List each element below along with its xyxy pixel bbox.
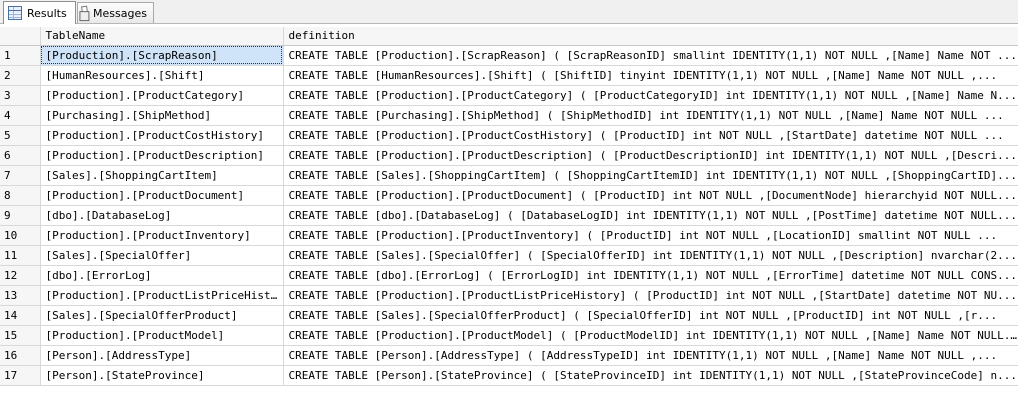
- definition-cell[interactable]: CREATE TABLE [Production].[ProductListPr…: [283, 285, 1018, 306]
- row-number-cell[interactable]: 12: [0, 265, 41, 286]
- table-row[interactable]: 1 [Production].[ScrapReason] CREATE TABLE …: [0, 45, 1018, 66]
- header-row: TableName definition: [0, 27, 1018, 46]
- tab-messages[interactable]: Messages: [77, 2, 154, 23]
- table-row[interactable]: 12 [dbo].[ErrorLog] CREATE TABLE [dbo].[Er…: [0, 265, 1018, 286]
- messages-icon: [81, 5, 89, 21]
- definition-cell[interactable]: CREATE TABLE [Production].[ProductCatego…: [283, 85, 1018, 106]
- tablename-cell[interactable]: [dbo].[ErrorLog]: [40, 265, 284, 286]
- table-row[interactable]: 15 [Production].[ProductModel] CREATE TABL…: [0, 325, 1018, 346]
- definition-cell[interactable]: CREATE TABLE [dbo].[ErrorLog] ( [ErrorLo…: [283, 265, 1018, 286]
- row-number-cell[interactable]: 10: [0, 225, 41, 246]
- table-row[interactable]: 4 [Purchasing].[ShipMethod] CREATE TABLE […: [0, 105, 1018, 126]
- grid-corner[interactable]: [0, 27, 41, 46]
- tablename-cell[interactable]: [Production].[ProductCostHistory]: [40, 125, 284, 146]
- table-row[interactable]: 13 [Production].[ProductListPriceHistory]…: [0, 285, 1018, 306]
- tablename-cell[interactable]: [Sales].[SpecialOfferProduct]: [40, 305, 284, 326]
- tablename-cell[interactable]: [Sales].[ShoppingCartItem]: [40, 165, 284, 186]
- definition-cell[interactable]: CREATE TABLE [HumanResources].[Shift] ( …: [283, 65, 1018, 86]
- row-number-cell[interactable]: 13: [0, 285, 41, 306]
- tab-results[interactable]: Results: [3, 1, 76, 24]
- tablename-cell[interactable]: [HumanResources].[Shift]: [40, 65, 284, 86]
- definition-cell[interactable]: CREATE TABLE [Sales].[ShoppingCartItem] …: [283, 165, 1018, 186]
- definition-cell[interactable]: CREATE TABLE [Production].[ProductDocume…: [283, 185, 1018, 206]
- table-row[interactable]: 3 [Production].[ProductCategory] CREATE TA…: [0, 85, 1018, 106]
- row-number-cell[interactable]: 4: [0, 105, 41, 126]
- table-row[interactable]: 10 [Production].[ProductInventory] CREATE …: [0, 225, 1018, 246]
- tablename-cell[interactable]: [dbo].[DatabaseLog]: [40, 205, 284, 226]
- tablename-cell[interactable]: [Production].[ProductListPriceHistory]: [40, 285, 284, 306]
- definition-cell[interactable]: CREATE TABLE [Production].[ProductInvent…: [283, 225, 1018, 246]
- tablename-cell[interactable]: [Production].[ProductCategory]: [40, 85, 284, 106]
- column-header-tablename[interactable]: TableName: [40, 27, 284, 46]
- row-number-cell[interactable]: 3: [0, 85, 41, 106]
- table-row[interactable]: 8 [Production].[ProductDocument] CREATE TA…: [0, 185, 1018, 206]
- tablename-cell[interactable]: [Person].[StateProvince]: [40, 365, 284, 386]
- results-table: TableName definition 1 [Production].[Scra…: [0, 27, 1018, 386]
- definition-cell[interactable]: CREATE TABLE [Purchasing].[ShipMethod] (…: [283, 105, 1018, 126]
- tablename-cell[interactable]: [Production].[ProductModel]: [40, 325, 284, 346]
- table-row[interactable]: 14 [Sales].[SpecialOfferProduct] CREATE TA…: [0, 305, 1018, 326]
- row-number-cell[interactable]: 14: [0, 305, 41, 326]
- definition-cell[interactable]: CREATE TABLE [Person].[AddressType] ( [A…: [283, 345, 1018, 366]
- definition-cell[interactable]: CREATE TABLE [Production].[ProductCostHi…: [283, 125, 1018, 146]
- row-number-cell[interactable]: 8: [0, 185, 41, 206]
- tab-results-label: Results: [27, 6, 67, 20]
- definition-cell[interactable]: CREATE TABLE [dbo].[DatabaseLog] ( [Data…: [283, 205, 1018, 226]
- row-number-cell[interactable]: 7: [0, 165, 41, 186]
- row-number-cell[interactable]: 17: [0, 365, 41, 386]
- row-number-cell[interactable]: 6: [0, 145, 41, 166]
- table-row[interactable]: 7 [Sales].[ShoppingCartItem] CREATE TABLE …: [0, 165, 1018, 186]
- row-number-cell[interactable]: 15: [0, 325, 41, 346]
- definition-cell[interactable]: CREATE TABLE [Production].[ScrapReason] …: [283, 45, 1018, 66]
- definition-cell[interactable]: CREATE TABLE [Sales].[SpecialOfferProduc…: [283, 305, 1018, 326]
- definition-cell[interactable]: CREATE TABLE [Person].[StateProvince] ( …: [283, 365, 1018, 386]
- table-row[interactable]: 17 [Person].[StateProvince] CREATE TABLE […: [0, 365, 1018, 386]
- tablename-cell[interactable]: [Person].[AddressType]: [40, 345, 284, 366]
- row-number-cell[interactable]: 1: [0, 45, 41, 66]
- tablename-cell[interactable]: [Purchasing].[ShipMethod]: [40, 105, 284, 126]
- tablename-cell[interactable]: [Production].[ProductDescription]: [40, 145, 284, 166]
- row-number-cell[interactable]: 11: [0, 245, 41, 266]
- row-number-cell[interactable]: 9: [0, 205, 41, 226]
- table-row[interactable]: 11 [Sales].[SpecialOffer] CREATE TABLE [Sa…: [0, 245, 1018, 266]
- column-header-definition[interactable]: definition: [283, 27, 1018, 46]
- tablename-cell[interactable]: [Production].[ProductInventory]: [40, 225, 284, 246]
- results-tab-bar: Results Messages: [0, 0, 1018, 24]
- table-row[interactable]: 9 [dbo].[DatabaseLog] CREATE TABLE [dbo].[…: [0, 205, 1018, 226]
- tablename-cell[interactable]: [Sales].[SpecialOffer]: [40, 245, 284, 266]
- definition-cell[interactable]: CREATE TABLE [Sales].[SpecialOffer] ( [S…: [283, 245, 1018, 266]
- table-row[interactable]: 2 [HumanResources].[Shift] CREATE TABLE [H…: [0, 65, 1018, 86]
- row-number-cell[interactable]: 16: [0, 345, 41, 366]
- tab-messages-label: Messages: [93, 6, 147, 20]
- row-number-cell[interactable]: 2: [0, 65, 41, 86]
- tablename-cell[interactable]: [Production].[ScrapReason]: [40, 45, 284, 66]
- grid-icon: [8, 6, 22, 20]
- table-row[interactable]: 6 [Production].[ProductDescription] CREATE…: [0, 145, 1018, 166]
- table-row[interactable]: 5 [Production].[ProductCostHistory] CREATE…: [0, 125, 1018, 146]
- tablename-cell[interactable]: [Production].[ProductDocument]: [40, 185, 284, 206]
- row-number-cell[interactable]: 5: [0, 125, 41, 146]
- definition-cell[interactable]: CREATE TABLE [Production].[ProductModel]…: [283, 325, 1018, 346]
- definition-cell[interactable]: CREATE TABLE [Production].[ProductDescri…: [283, 145, 1018, 166]
- table-row[interactable]: 16 [Person].[AddressType] CREATE TABLE [Pe…: [0, 345, 1018, 366]
- results-grid[interactable]: TableName definition 1 [Production].[Scra…: [0, 27, 1018, 408]
